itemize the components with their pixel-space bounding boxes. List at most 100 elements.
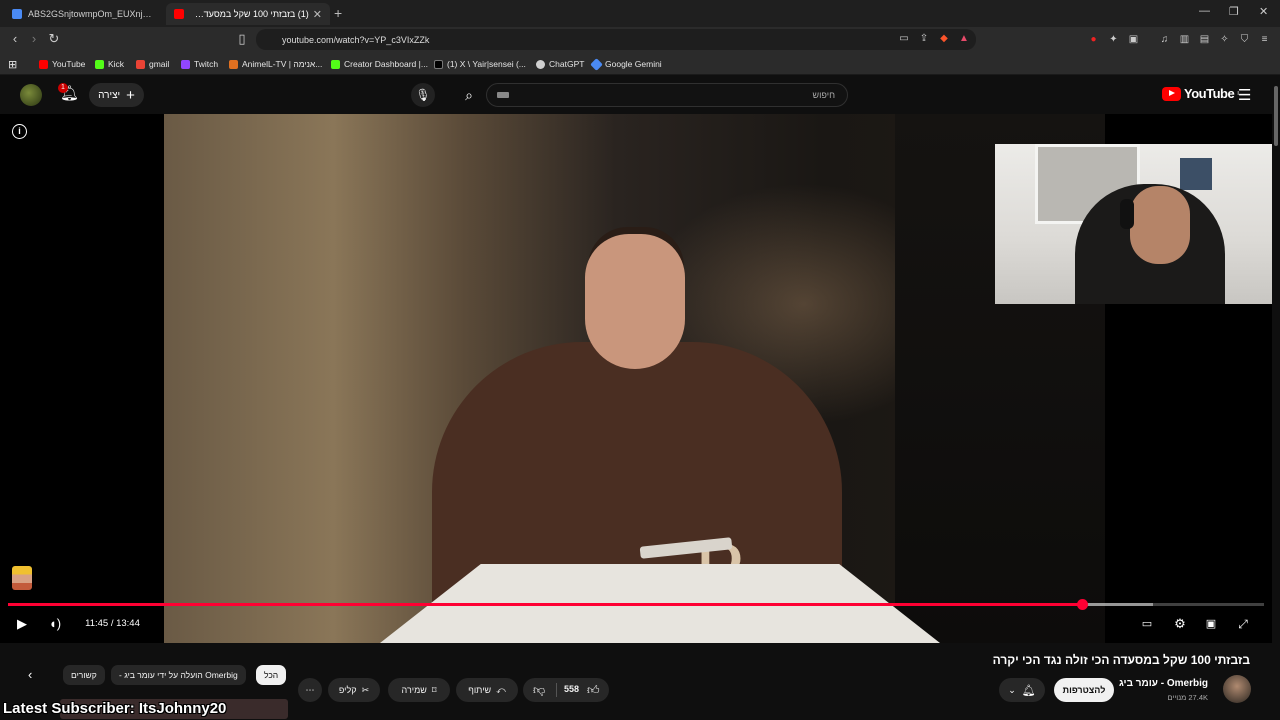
video-title: בזבזתי 100 שקל במסעדה הכי זולה נגד הכי י… bbox=[992, 653, 1250, 667]
webcam-face bbox=[1130, 186, 1190, 264]
twitch-icon bbox=[181, 59, 190, 69]
sidebar-icon[interactable]: ▥ bbox=[1178, 33, 1191, 46]
chevron-left-icon[interactable]: ‹ bbox=[28, 667, 32, 682]
extension-box-icon[interactable]: ▣ bbox=[1127, 33, 1140, 46]
leo-ai-icon[interactable]: ✧ bbox=[1218, 33, 1231, 46]
bookmark-twitch[interactable]: Twitch bbox=[181, 57, 218, 71]
tab-title: ABS2GSnjtowmpOm_EUXnj1Ixll6wK bbox=[28, 9, 156, 19]
video-player[interactable]: R i ▶ ◖) 11:45 / 13:44 ▭ ⚙ ▣ ⤢ bbox=[0, 114, 1272, 643]
gemini-icon bbox=[590, 57, 603, 71]
x-icon bbox=[434, 59, 443, 69]
like-dislike-group: 👎︎ 558 👍︎ bbox=[523, 678, 609, 702]
search-placeholder: חיפוש bbox=[812, 90, 835, 100]
scissors-icon: ✂ bbox=[361, 684, 370, 695]
share-page-icon[interactable]: ⇪ bbox=[918, 33, 930, 45]
new-tab-icon[interactable]: + bbox=[334, 5, 342, 21]
scrubber-handle[interactable] bbox=[1076, 599, 1088, 610]
vpn-icon[interactable]: ⛉ bbox=[1238, 33, 1251, 46]
youtube-icon bbox=[39, 59, 48, 69]
more-actions-button[interactable]: ⋯ bbox=[298, 678, 322, 702]
browser-tab[interactable]: ABS2GSnjtowmpOm_EUXnj1Ixll6wK bbox=[4, 3, 164, 25]
back-icon[interactable]: ‹ bbox=[6, 31, 24, 46]
brave-shield-icon[interactable]: ◆ bbox=[938, 33, 950, 45]
bookmark-kick[interactable]: Kick bbox=[95, 57, 124, 71]
subscribe-button[interactable]: להצטרפות bbox=[1054, 678, 1114, 702]
volume-icon[interactable]: ◖) bbox=[45, 614, 65, 634]
url-field[interactable]: youtube.com/watch?v=YP_c3VIxZZk ▭ ⇪ ◆ ▲ bbox=[256, 29, 976, 50]
browser-tab-active[interactable]: (1) בזבזתי 100 שקל במסעדה הכי ✕ bbox=[166, 3, 330, 25]
browser-tab-strip: ABS2GSnjtowmpOm_EUXnj1Ixll6wK (1) בזבזתי… bbox=[0, 0, 1280, 27]
bookmark-gmail[interactable]: gmail bbox=[136, 57, 169, 71]
streamer-webcam-overlay bbox=[995, 144, 1272, 304]
reload-icon[interactable]: ↻ bbox=[45, 31, 63, 47]
chip-related[interactable]: קשורים bbox=[63, 665, 105, 685]
dislike-icon[interactable]: 👎︎ bbox=[533, 683, 545, 698]
channel-avatar[interactable] bbox=[1223, 675, 1251, 703]
bookmark-gemini[interactable]: Google Gemini bbox=[590, 57, 662, 71]
bookmark-anime-tv[interactable]: AnimelL-TV | אנימה... bbox=[229, 57, 322, 71]
bookmark-chatgpt[interactable]: ChatGPT bbox=[536, 57, 584, 71]
share-icon: ⤺ bbox=[496, 684, 506, 695]
theater-mode-icon[interactable]: ▣ bbox=[1201, 614, 1221, 634]
like-count: 558 bbox=[564, 684, 580, 694]
bookmark-creator-dashboard[interactable]: Creator Dashboard |... bbox=[331, 57, 428, 71]
search-icon[interactable]: ⌕ bbox=[454, 83, 484, 107]
bookmarks-bar: ⊞ YouTube Kick gmail Twitch AnimelL-TV |… bbox=[0, 53, 1280, 75]
apps-icon[interactable]: ⊞ bbox=[8, 57, 17, 71]
bookmark-x[interactable]: (1) X \ Yair|sensei (... bbox=[434, 57, 526, 71]
close-window-icon[interactable]: ✕ bbox=[1259, 5, 1268, 18]
bookmark-page-icon[interactable]: ▯ bbox=[233, 31, 251, 47]
channel-name[interactable]: Omerbig - עומר ביג bbox=[1119, 678, 1208, 689]
tab-title: (1) בזבזתי 100 שקל במסעדה הכי bbox=[190, 9, 309, 19]
extension-record-icon[interactable]: ● bbox=[1087, 33, 1100, 46]
restore-icon[interactable]: ❐ bbox=[1229, 5, 1239, 18]
page-scrollbar[interactable] bbox=[1272, 76, 1280, 720]
wallet-icon[interactable]: ▤ bbox=[1198, 33, 1211, 46]
time-display: 11:45 / 13:44 bbox=[73, 613, 152, 635]
media-icon[interactable]: ♫ bbox=[1158, 33, 1171, 46]
rewards-icon[interactable]: ▲ bbox=[958, 33, 970, 45]
keyboard-icon[interactable] bbox=[497, 92, 509, 98]
info-icon[interactable]: i bbox=[12, 124, 27, 139]
fullscreen-icon[interactable]: ⤢ bbox=[1233, 614, 1253, 634]
kick-icon bbox=[95, 59, 104, 69]
progress-bar[interactable] bbox=[8, 599, 1264, 610]
save-button[interactable]: שמירה ⌑ bbox=[388, 678, 450, 702]
bell-icon: 🔔︎ bbox=[1021, 684, 1036, 697]
notification-preferences-button[interactable]: ⌄ 🔔︎ bbox=[999, 678, 1045, 702]
chip-uploaded-by[interactable]: Omerbig הועלה על ידי עומר ביג - bbox=[111, 665, 246, 685]
account-avatar[interactable] bbox=[20, 84, 42, 106]
chip-all[interactable]: הכל bbox=[256, 665, 287, 685]
forward-icon[interactable]: › bbox=[25, 31, 43, 46]
like-icon[interactable]: 👍︎ bbox=[587, 683, 600, 698]
extensions-icon[interactable]: ✦ bbox=[1107, 33, 1120, 46]
settings-gear-icon[interactable]: ⚙ bbox=[1170, 614, 1190, 634]
chevron-down-icon: ⌄ bbox=[1008, 684, 1016, 695]
bookmark-youtube[interactable]: YouTube bbox=[39, 57, 85, 71]
guide-menu-icon[interactable]: ☰ bbox=[1238, 86, 1251, 104]
share-button[interactable]: שיתוף ⤺ bbox=[456, 678, 518, 702]
webcam-poster bbox=[1180, 158, 1212, 190]
watch-metadata: בזבזתי 100 שקל במסעדה הכי זולה נגד הכי י… bbox=[0, 643, 1272, 720]
youtube-logo[interactable]: YouTube IL bbox=[1162, 86, 1241, 101]
tab-favicon-icon bbox=[12, 9, 22, 19]
like-divider bbox=[556, 683, 557, 697]
menu-icon[interactable]: ≡ bbox=[1258, 33, 1271, 46]
clip-button[interactable]: קליפ ✂ bbox=[328, 678, 380, 702]
play-icon[interactable]: ▶ bbox=[12, 614, 32, 634]
latest-subscriber-overlay: Latest Subscriber: ItsJohnny20 bbox=[3, 700, 227, 717]
close-tab-icon[interactable]: ✕ bbox=[313, 8, 322, 21]
gmail-icon bbox=[136, 59, 145, 69]
cast-icon[interactable]: ▭ bbox=[898, 33, 910, 45]
search-input[interactable]: חיפוש bbox=[486, 83, 848, 107]
webcam-headphones bbox=[1120, 199, 1134, 229]
notification-badge: 1 bbox=[58, 83, 68, 93]
create-button[interactable]: יצירה + bbox=[89, 83, 144, 107]
url-text: youtube.com/watch?v=YP_c3VIxZZk bbox=[282, 34, 430, 45]
url-actions: ▭ ⇪ ◆ ▲ bbox=[898, 33, 970, 45]
voice-search-mic-icon[interactable]: 🎙︎ bbox=[411, 83, 435, 107]
scrollbar-thumb[interactable] bbox=[1274, 86, 1278, 146]
minimize-icon[interactable]: — bbox=[1199, 5, 1210, 17]
subtitles-icon[interactable]: ▭ bbox=[1137, 614, 1157, 634]
video-person-face bbox=[585, 234, 685, 369]
